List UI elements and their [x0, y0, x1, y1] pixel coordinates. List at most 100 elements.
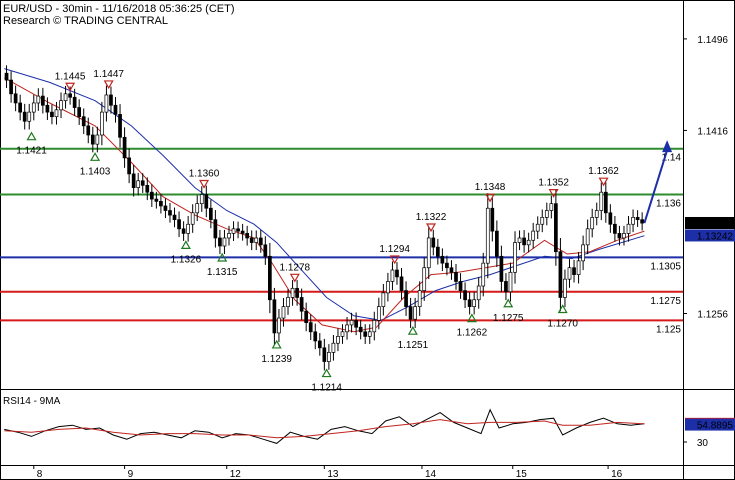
candle-body: [613, 223, 617, 234]
candle-body: [222, 237, 227, 247]
candle-body: [554, 203, 558, 253]
candle-body: [576, 260, 581, 275]
candle-body: [204, 194, 209, 209]
high-marker: [425, 223, 437, 233]
candle-body: [181, 228, 186, 234]
rsi-tag-label: 54.8895: [697, 421, 734, 432]
level-label: 1.1305: [650, 261, 681, 272]
low-label: 1.1270: [547, 318, 578, 329]
candle-body: [249, 237, 254, 243]
candle-body: [449, 267, 454, 273]
candle-body: [463, 290, 467, 301]
price-tick-label: 1.1416: [697, 126, 728, 137]
candle-body: [9, 79, 13, 95]
candle-body: [599, 191, 604, 211]
candle-body: [258, 237, 263, 246]
low-marker: [180, 240, 191, 249]
candle-body: [136, 180, 141, 188]
candle-body: [131, 173, 136, 188]
candle-body: [100, 111, 104, 136]
candle-body: [122, 136, 127, 159]
candle-body: [345, 324, 349, 333]
candle-body: [354, 320, 358, 328]
candle-body: [299, 297, 304, 312]
low-label: 1.1275: [493, 313, 524, 324]
low-label: 1.1239: [261, 354, 292, 365]
candle-body: [363, 331, 368, 337]
rsi-tick-label: 30: [697, 438, 709, 449]
candle-body: [567, 267, 572, 280]
candle-body: [490, 207, 495, 232]
low-label: 1.1262: [457, 328, 488, 339]
candle-body: [159, 201, 163, 207]
time-tick-label: 15: [516, 469, 528, 480]
candle-body: [163, 205, 168, 211]
time-tick-label: 8: [37, 469, 43, 480]
candle-body: [22, 111, 27, 122]
low-label: 1.1403: [80, 166, 111, 177]
candle-body: [268, 255, 272, 301]
time-tick-label: 13: [327, 469, 339, 480]
low-label: 1.1421: [16, 146, 47, 157]
candle-body: [563, 278, 567, 298]
candle-body: [77, 107, 82, 118]
candle-body: [476, 285, 481, 301]
candle-body: [195, 203, 200, 214]
high-marker: [289, 273, 300, 283]
high-marker: [198, 179, 210, 189]
candle-body: [440, 255, 445, 264]
candle-body: [504, 281, 508, 293]
candle-body: [109, 94, 113, 106]
candle-body: [86, 125, 91, 136]
candle-body: [376, 306, 381, 321]
candle-body: [331, 342, 336, 353]
candle-body: [286, 297, 290, 307]
candle-body: [517, 237, 522, 243]
low-label: 1.1251: [398, 340, 429, 351]
forecast-arrow-head: [662, 140, 673, 153]
candle-body: [154, 198, 159, 202]
low-marker: [503, 298, 514, 308]
annotations: 1.1445 1.1447 1.1421 1.1403 1.1360 1.1326 1.13…: [16, 69, 673, 394]
candle-body: [186, 223, 190, 234]
candle-body: [236, 228, 240, 232]
candle-body: [41, 95, 45, 106]
candle-body: [413, 306, 417, 320]
time-tick-label: 16: [611, 469, 623, 480]
candle-body: [631, 217, 635, 225]
candle-body: [313, 331, 318, 342]
level-label: 1.125: [656, 324, 681, 335]
candle-body: [254, 237, 259, 243]
time-tick-label: 9: [128, 469, 134, 480]
high-label: 1.1362: [588, 166, 619, 177]
candle-body: [349, 320, 354, 326]
candle-body: [594, 210, 599, 218]
price-tick-label: 1.1496: [697, 35, 728, 46]
candle-body: [526, 239, 531, 246]
high-label: 1.1348: [475, 182, 506, 193]
high-label: 1.1294: [379, 244, 410, 255]
candle-body: [227, 233, 231, 239]
high-label: 1.1278: [280, 262, 311, 273]
candle-body: [295, 287, 299, 298]
candle-body: [508, 271, 513, 293]
candle-body: [445, 262, 449, 269]
low-label: 1.1326: [171, 254, 202, 265]
candle-body: [513, 242, 517, 273]
candle-body: [549, 203, 554, 211]
candle-body: [495, 230, 499, 257]
candle-body: [127, 157, 131, 175]
forecast-arrow-shaft: [643, 149, 669, 224]
candle-body: [336, 336, 340, 344]
candle-body: [558, 251, 563, 298]
candle-body: [540, 217, 545, 225]
low-label: 1.1214: [311, 383, 342, 394]
candle-body: [208, 207, 213, 221]
candle-body: [245, 233, 250, 239]
low-label: 1.1315: [207, 267, 238, 278]
candle-body: [308, 322, 313, 333]
low-marker: [26, 131, 37, 141]
candle-body: [381, 292, 386, 307]
candle-body: [277, 317, 281, 334]
candle-body: [45, 104, 50, 113]
